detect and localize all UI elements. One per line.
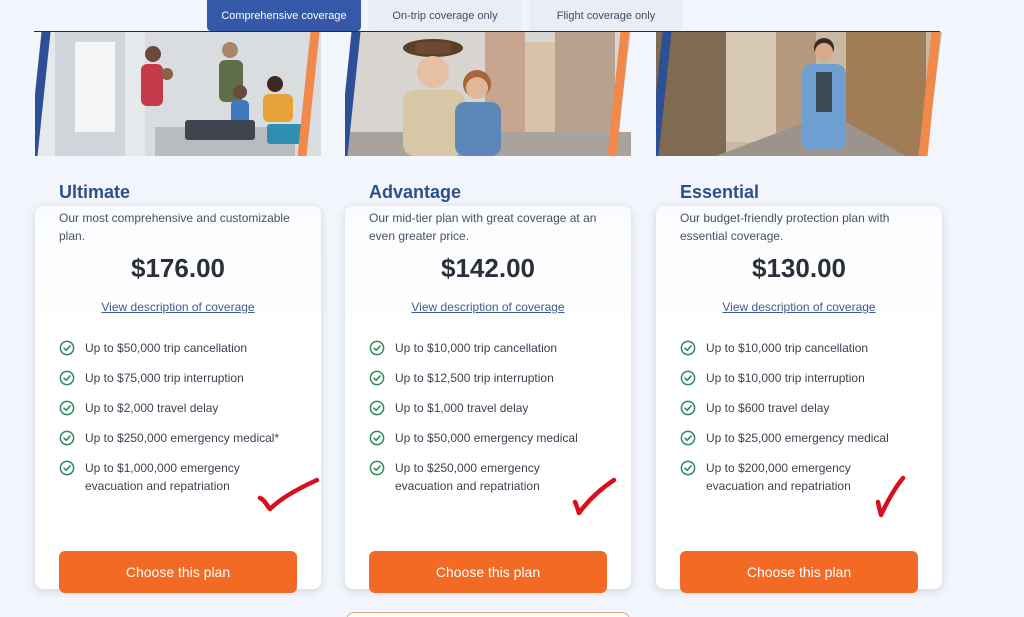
feature-item: Up to $50,000 emergency medical xyxy=(369,429,629,447)
check-circle-icon xyxy=(369,430,385,446)
feature-item: Up to $10,000 trip cancellation xyxy=(680,339,940,357)
feature-item: Up to $2,000 travel delay xyxy=(59,399,319,417)
tab-on-trip-coverage[interactable]: On-trip coverage only xyxy=(368,0,522,31)
feature-text: Up to $600 travel delay xyxy=(706,401,830,415)
feature-item: Up to $75,000 trip interruption xyxy=(59,369,319,387)
feature-text: Up to $1,000,000 emergency evacuation an… xyxy=(85,461,240,493)
plan-price: $130.00 xyxy=(752,253,846,283)
plan-card: Our budget-friendly protection plan with… xyxy=(656,206,942,593)
check-circle-icon xyxy=(680,400,696,416)
tab-comprehensive-coverage[interactable]: Comprehensive coverage xyxy=(207,0,361,31)
feature-text: Up to $250,000 emergency evacuation and … xyxy=(395,461,540,493)
check-circle-icon xyxy=(680,370,696,386)
hero-image-traveler-street xyxy=(656,32,942,156)
feature-item: Up to $50,000 trip cancellation xyxy=(59,339,319,357)
feature-text: Up to $200,000 emergency evacuation and … xyxy=(706,461,851,493)
feature-item: Up to $250,000 emergency medical* xyxy=(59,429,319,447)
plan-name: Ultimate xyxy=(59,182,131,202)
plan-price: $176.00 xyxy=(131,253,225,283)
check-circle-icon xyxy=(680,430,696,446)
next-section-card-edge xyxy=(346,612,630,617)
view-coverage-link[interactable]: View description of coverage xyxy=(35,300,321,314)
plan-description: Our budget-friendly protection plan with… xyxy=(680,211,890,243)
feature-text: Up to $2,000 travel delay xyxy=(85,401,219,415)
feature-item: Up to $25,000 emergency medical xyxy=(680,429,940,447)
feature-item: Up to $600 travel delay xyxy=(680,399,940,417)
feature-item: Up to $12,500 trip interruption xyxy=(369,369,629,387)
feature-text: Up to $75,000 trip interruption xyxy=(85,371,244,385)
tab-flight-coverage[interactable]: Flight coverage only xyxy=(529,0,683,31)
feature-text: Up to $1,000 travel delay xyxy=(395,401,529,415)
feature-text: Up to $25,000 emergency medical xyxy=(706,431,889,445)
feature-item: Up to $10,000 trip cancellation xyxy=(369,339,629,357)
red-checkmark-annotation xyxy=(875,475,906,518)
feature-text: Up to $50,000 emergency medical xyxy=(395,431,578,445)
check-circle-icon xyxy=(680,460,696,476)
check-circle-icon xyxy=(59,370,75,386)
plan-name: Advantage xyxy=(369,182,462,202)
check-circle-icon xyxy=(680,340,696,356)
coverage-tabs: Comprehensive coverage On-trip coverage … xyxy=(207,0,683,31)
plan-name: Essential xyxy=(680,182,760,202)
view-coverage-link[interactable]: View description of coverage xyxy=(656,300,942,314)
feature-text: Up to $10,000 trip cancellation xyxy=(706,341,869,355)
check-circle-icon xyxy=(59,460,75,476)
plan-column-essential: Essential Our budget-friendly protection… xyxy=(656,32,942,593)
choose-plan-button[interactable]: Choose this plan xyxy=(369,551,607,593)
red-checkmark-annotation xyxy=(257,477,320,512)
choose-plan-button[interactable]: Choose this plan xyxy=(680,551,918,593)
hero-image-family-packing xyxy=(35,32,321,156)
check-circle-icon xyxy=(369,400,385,416)
feature-item: Up to $1,000 travel delay xyxy=(369,399,629,417)
check-circle-icon xyxy=(369,460,385,476)
plan-description: Our mid-tier plan with great coverage at… xyxy=(369,211,597,243)
check-circle-icon xyxy=(59,430,75,446)
feature-text: Up to $12,500 trip interruption xyxy=(395,371,554,385)
feature-text: Up to $50,000 trip cancellation xyxy=(85,341,248,355)
choose-plan-button[interactable]: Choose this plan xyxy=(59,551,297,593)
feature-item: Up to $10,000 trip interruption xyxy=(680,369,940,387)
check-circle-icon xyxy=(369,340,385,356)
check-circle-icon xyxy=(59,400,75,416)
feature-text: Up to $250,000 emergency medical* xyxy=(85,431,280,445)
check-circle-icon xyxy=(59,340,75,356)
feature-text: Up to $10,000 trip cancellation xyxy=(395,341,558,355)
view-coverage-link[interactable]: View description of coverage xyxy=(345,300,631,314)
plan-description: Our most comprehensive and customizable … xyxy=(59,211,290,243)
plan-column-advantage: Advantage Our mid-tier plan with great c… xyxy=(345,32,631,593)
check-circle-icon xyxy=(369,370,385,386)
plan-card: Our mid-tier plan with great coverage at… xyxy=(345,206,631,593)
feature-text: Up to $10,000 trip interruption xyxy=(706,371,865,385)
plan-column-ultimate: Ultimate Our most comprehensive and cust… xyxy=(35,32,321,593)
red-checkmark-annotation xyxy=(572,477,617,516)
plan-price: $142.00 xyxy=(441,253,535,283)
plan-card: Our most comprehensive and customizable … xyxy=(35,206,321,593)
hero-image-senior-couple xyxy=(345,32,631,156)
